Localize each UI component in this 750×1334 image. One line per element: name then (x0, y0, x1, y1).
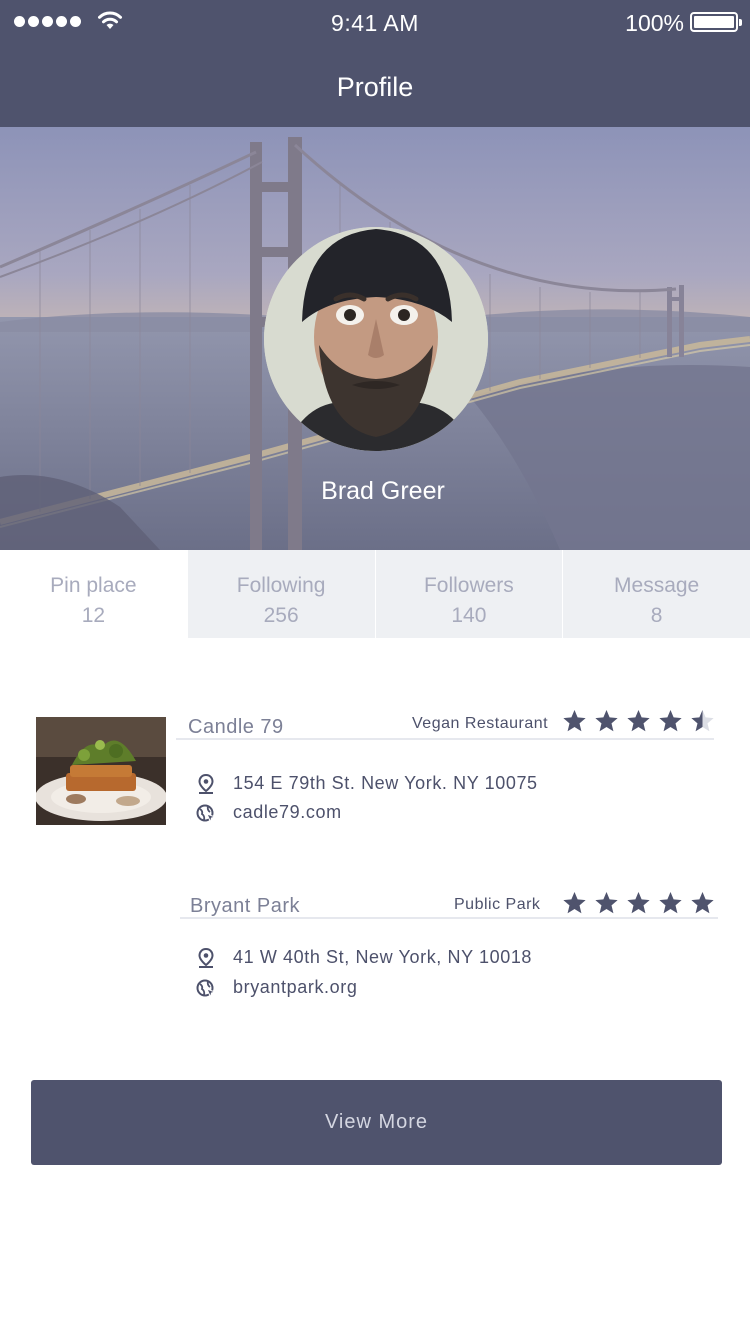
stat-count: 12 (81, 604, 106, 627)
stat-label: Followers (423, 574, 514, 597)
star-full-icon (691, 892, 714, 914)
place-card-bryant-park[interactable]: Bryant Park Public Park 41 W 40th St, Ne… (0, 880, 750, 1010)
place-website-link[interactable]: bryantpark.org (233, 977, 357, 998)
star-full-icon (595, 710, 618, 732)
website-row[interactable]: cadle79.com (196, 802, 342, 823)
tab-following[interactable]: Following 256 (186, 550, 375, 638)
profile-hero: Brad Greer (0, 127, 750, 550)
address-row: 154 E 79th St. New York. NY 10075 (196, 773, 538, 794)
tab-pin-place[interactable]: Pin place 12 (0, 550, 187, 638)
globe-cursor-icon (196, 979, 216, 998)
top-bar: 9:41 AM 100% Profile (0, 0, 750, 127)
place-address: 154 E 79th St. New York. NY 10075 (233, 773, 538, 793)
rating-stars (562, 709, 715, 733)
page-title: Profile (336, 72, 414, 102)
profile-stats-tabs: Pin place 12 Following 256 Followers 140… (0, 550, 750, 638)
place-thumbnail[interactable] (36, 717, 166, 825)
battery-percentage: 100% (625, 10, 684, 36)
star-full-icon (627, 892, 650, 914)
place-address: 41 W 40th St, New York, NY 10018 (233, 947, 533, 967)
globe-cursor-icon (196, 804, 216, 823)
divider (176, 738, 714, 740)
place-website-link[interactable]: cadle79.com (233, 802, 342, 823)
stat-count: 140 (451, 604, 487, 627)
place-category: Public Park (454, 896, 541, 913)
stat-count: 8 (650, 604, 663, 627)
star-half-icon (691, 710, 714, 732)
stat-label: Message (614, 574, 700, 597)
star-full-icon (659, 710, 682, 732)
status-bar: 9:41 AM 100% (0, 0, 750, 46)
location-pin-icon (198, 947, 214, 968)
website-row[interactable]: bryantpark.org (196, 977, 357, 998)
place-category: Vegan Restaurant (412, 715, 549, 732)
location-pin-icon (198, 773, 214, 794)
battery-icon (690, 12, 742, 32)
avatar[interactable] (264, 227, 488, 451)
stat-label: Pin place (50, 574, 137, 597)
place-name[interactable]: Candle 79 (188, 716, 284, 739)
star-full-icon (595, 892, 618, 914)
view-more-button[interactable]: View More (31, 1080, 722, 1165)
stat-label: Following (236, 574, 326, 597)
address-row: 41 W 40th St, New York, NY 10018 (196, 947, 532, 968)
star-full-icon (659, 892, 682, 914)
place-name[interactable]: Bryant Park (190, 895, 300, 918)
place-card-candle-79[interactable]: Candle 79 Vegan Restaurant 154 E 79th St… (0, 700, 750, 840)
tab-message[interactable]: Message 8 (562, 550, 750, 638)
star-full-icon (563, 892, 586, 914)
stat-count: 256 (263, 604, 299, 627)
star-full-icon (627, 710, 650, 732)
rating-stars (562, 891, 715, 915)
tab-followers[interactable]: Followers 140 (374, 550, 563, 638)
divider (180, 917, 718, 919)
profile-name: Brad Greer (321, 477, 445, 505)
star-full-icon (563, 710, 586, 732)
